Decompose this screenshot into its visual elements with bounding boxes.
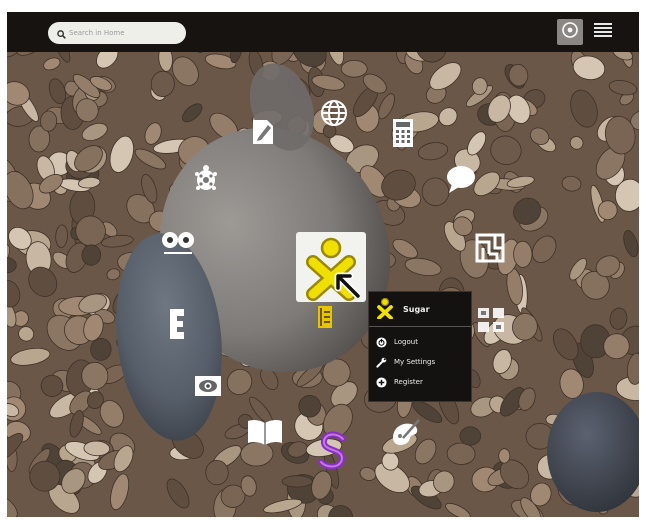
search-icon — [57, 24, 66, 43]
logout-label: Logout — [394, 338, 418, 346]
browse-icon[interactable] — [319, 98, 349, 128]
etoys-icon[interactable] — [475, 305, 507, 335]
calculate-icon[interactable] — [390, 117, 416, 149]
journal-icon[interactable] — [316, 303, 334, 331]
paint-icon[interactable] — [388, 417, 422, 449]
logout-menu-item[interactable]: Logout — [369, 332, 471, 352]
plus-circle-icon — [376, 376, 387, 388]
my-settings-menu-item[interactable]: My Settings — [369, 352, 471, 372]
palette-xo-icon — [375, 297, 395, 321]
wrench-icon — [376, 357, 387, 368]
ring-icon — [561, 21, 579, 43]
search-box[interactable] — [48, 22, 186, 44]
turtle-icon[interactable] — [192, 162, 220, 194]
mouse-pointer-icon — [334, 272, 362, 302]
palette-header: Sugar — [369, 292, 471, 327]
my-settings-label: My Settings — [394, 358, 436, 366]
speak-icon[interactable] — [166, 308, 188, 340]
power-icon — [376, 336, 387, 348]
list-view-button[interactable] — [590, 19, 616, 45]
memorize-icon[interactable] — [159, 229, 197, 257]
maze-icon[interactable] — [474, 232, 506, 264]
buddy-palette-menu: Sugar Logout My Settings Register — [368, 291, 472, 402]
favorites-view-button[interactable] — [557, 19, 583, 45]
palette-username: Sugar — [403, 304, 430, 314]
chat-icon[interactable] — [444, 163, 478, 195]
register-label: Register — [394, 378, 423, 386]
xo-buddy-button[interactable] — [296, 232, 366, 302]
read-icon[interactable] — [245, 416, 285, 448]
search-input[interactable] — [69, 29, 179, 37]
record-icon[interactable] — [193, 374, 223, 398]
top-toolbar — [7, 12, 639, 52]
list-icon — [593, 21, 613, 43]
home-view: Sugar Logout My Settings Register — [7, 12, 639, 517]
write-icon[interactable] — [249, 115, 277, 147]
scratch-icon[interactable] — [316, 430, 350, 472]
register-menu-item[interactable]: Register — [369, 372, 471, 392]
